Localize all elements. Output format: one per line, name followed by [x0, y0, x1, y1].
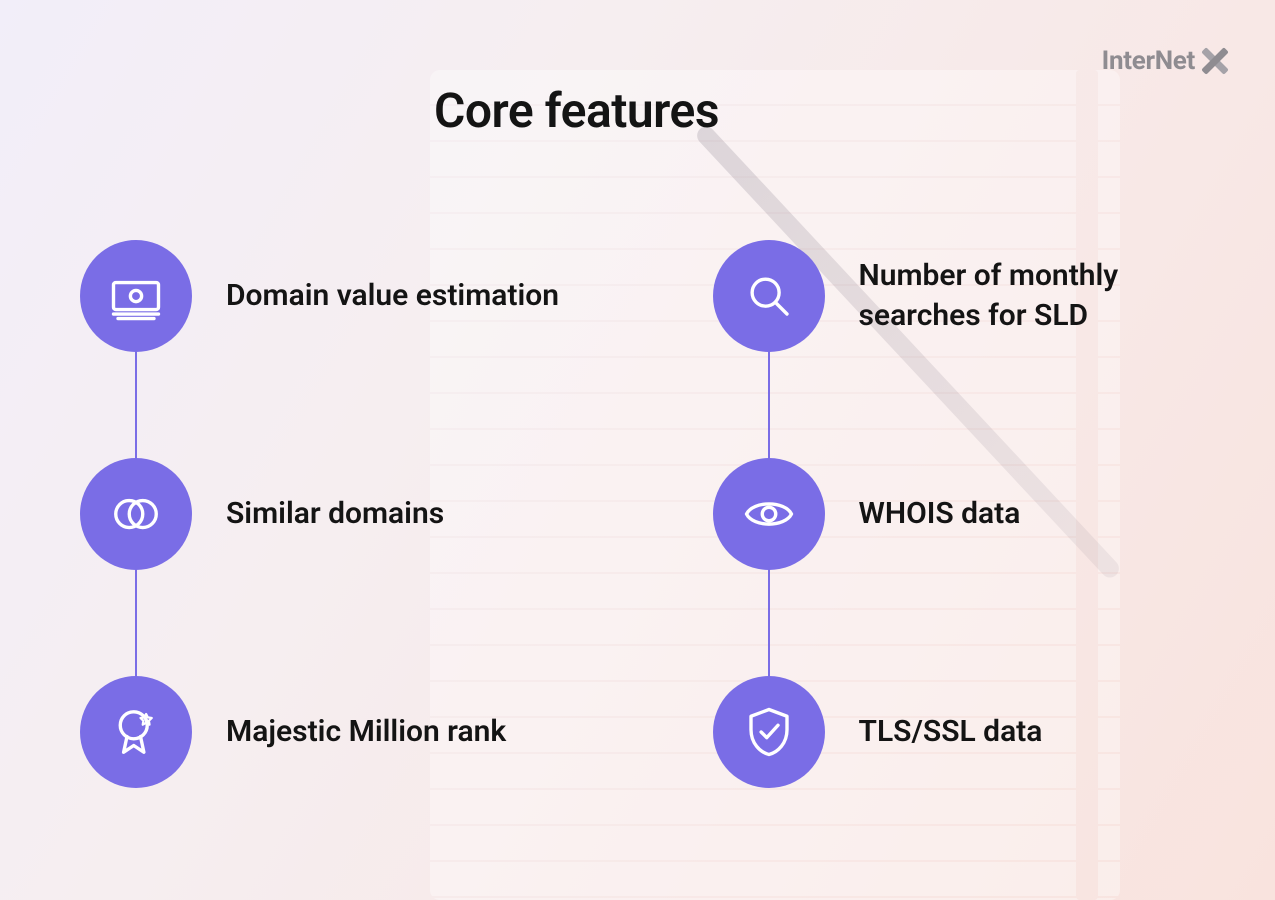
feature-item: Similar domains [80, 458, 444, 570]
shield-icon [742, 705, 796, 759]
page-title: Core features [434, 82, 719, 139]
feature-label: Domain value estimation [226, 276, 559, 317]
feature-item: WHOIS data [713, 458, 1021, 570]
feature-icon-circle [80, 458, 192, 570]
feature-icon-circle [713, 458, 825, 570]
feature-columns: Domain value estimation Similar domains [80, 240, 1235, 870]
brand-logo: InterNet [1102, 46, 1229, 76]
slide-canvas: InterNet Core features Do [0, 0, 1275, 900]
brand-x-icon [1201, 47, 1229, 75]
brand-text: InterNet [1102, 46, 1195, 76]
feature-column-left: Domain value estimation Similar domains [80, 240, 603, 870]
feature-label: TLS/SSL data [859, 712, 1043, 753]
money-icon [109, 269, 163, 323]
feature-item: TLS/SSL data [713, 676, 1043, 788]
feature-icon-circle [713, 240, 825, 352]
feature-label: Majestic Million rank [226, 712, 506, 753]
feature-item: Number of monthly searches for SLD [713, 240, 1236, 352]
eye-icon [742, 487, 796, 541]
search-icon [742, 269, 796, 323]
feature-label: WHOIS data [859, 494, 1021, 535]
feature-icon-circle [713, 676, 825, 788]
award-icon [109, 705, 163, 759]
feature-icon-circle [80, 676, 192, 788]
feature-icon-circle [80, 240, 192, 352]
feature-label: Similar domains [226, 494, 444, 535]
feature-label: Number of monthly searches for SLD [859, 256, 1236, 337]
overlap-icon [109, 487, 163, 541]
feature-column-right: Number of monthly searches for SLD WHOIS… [713, 240, 1236, 870]
feature-item: Domain value estimation [80, 240, 559, 352]
feature-item: Majestic Million rank [80, 676, 506, 788]
